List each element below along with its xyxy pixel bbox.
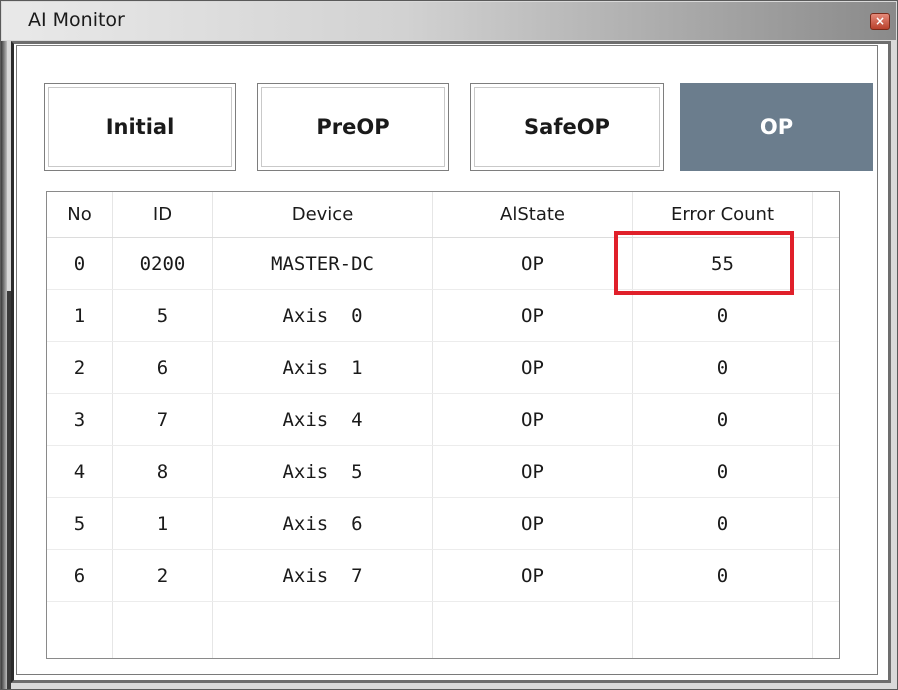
table-row[interactable]: 1 5 Axis 0 OP 0 <box>47 290 839 342</box>
op-state-button[interactable]: OP <box>680 83 873 171</box>
window-title: AI Monitor <box>28 9 125 31</box>
table-row[interactable]: 6 2 Axis 7 OP 0 <box>47 550 839 602</box>
cell-id: 7 <box>113 394 213 445</box>
cell-error-count: 0 <box>633 550 813 601</box>
cell-filler <box>813 394 841 445</box>
cell-device: Axis 0 <box>213 290 433 341</box>
safeop-state-label: SafeOP <box>524 115 610 139</box>
cell-id: 2 <box>113 550 213 601</box>
cell-device: Axis 1 <box>213 342 433 393</box>
cell-alstate: OP <box>433 290 633 341</box>
cell-no: 1 <box>47 290 113 341</box>
table-header: No ID Device AlState Error Count <box>47 192 839 238</box>
cell-device: Axis 5 <box>213 446 433 497</box>
table-row-empty <box>47 602 839 658</box>
title-bar[interactable]: AI Monitor × <box>2 2 896 40</box>
cell-filler <box>813 342 841 393</box>
safeop-state-button[interactable]: SafeOP <box>470 83 664 171</box>
cell-no: 5 <box>47 498 113 549</box>
cell-alstate: OP <box>433 238 633 289</box>
cell-empty <box>433 602 633 658</box>
table-row[interactable]: 5 1 Axis 6 OP 0 <box>47 498 839 550</box>
slave-state-table: No ID Device AlState Error Count 0 0200 … <box>46 191 840 659</box>
table-row[interactable]: 4 8 Axis 5 OP 0 <box>47 446 839 498</box>
column-header-device[interactable]: Device <box>213 192 433 237</box>
cell-error-count: 0 <box>633 290 813 341</box>
cell-alstate: OP <box>433 498 633 549</box>
cell-alstate: OP <box>433 446 633 497</box>
cell-alstate: OP <box>433 550 633 601</box>
cell-no: 2 <box>47 342 113 393</box>
cell-device: Axis 4 <box>213 394 433 445</box>
monitor-panel: Initial PreOP SafeOP OP No ID Device AlS… <box>16 45 878 675</box>
cell-id: 5 <box>113 290 213 341</box>
ai-monitor-window: AI Monitor × Initial PreOP SafeOP OP No … <box>0 0 898 690</box>
op-state-label: OP <box>759 115 794 139</box>
cell-device: MASTER-DC <box>213 238 433 289</box>
table-row[interactable]: 3 7 Axis 4 OP 0 <box>47 394 839 446</box>
cell-empty <box>113 602 213 658</box>
cell-empty <box>813 602 841 658</box>
initial-state-label: Initial <box>105 115 175 139</box>
cell-error-count: 0 <box>633 446 813 497</box>
cell-alstate: OP <box>433 342 633 393</box>
cell-empty <box>213 602 433 658</box>
table-row[interactable]: 0 0200 MASTER-DC OP 55 <box>47 238 839 290</box>
cell-empty <box>633 602 813 658</box>
cell-no: 3 <box>47 394 113 445</box>
cell-no: 4 <box>47 446 113 497</box>
cell-id: 0200 <box>113 238 213 289</box>
cell-filler <box>813 498 841 549</box>
cell-alstate: OP <box>433 394 633 445</box>
cell-error-count: 55 <box>633 238 813 289</box>
cell-filler <box>813 446 841 497</box>
close-icon[interactable]: × <box>870 13 890 30</box>
cell-device: Axis 6 <box>213 498 433 549</box>
table-row[interactable]: 2 6 Axis 1 OP 0 <box>47 342 839 394</box>
preop-state-label: PreOP <box>316 115 390 139</box>
cell-filler <box>813 550 841 601</box>
cell-filler <box>813 238 841 289</box>
cell-filler <box>813 290 841 341</box>
cell-id: 6 <box>113 342 213 393</box>
column-header-id[interactable]: ID <box>113 192 213 237</box>
cell-no: 0 <box>47 238 113 289</box>
column-header-no[interactable]: No <box>47 192 113 237</box>
cell-device: Axis 7 <box>213 550 433 601</box>
preop-state-button[interactable]: PreOP <box>257 83 449 171</box>
column-header-alstate[interactable]: AlState <box>433 192 633 237</box>
cell-error-count: 0 <box>633 342 813 393</box>
cell-id: 1 <box>113 498 213 549</box>
cell-id: 8 <box>113 446 213 497</box>
column-header-filler <box>813 192 841 237</box>
cell-no: 6 <box>47 550 113 601</box>
initial-state-button[interactable]: Initial <box>44 83 236 171</box>
column-header-error-count[interactable]: Error Count <box>633 192 813 237</box>
cell-empty <box>47 602 113 658</box>
cell-error-count: 0 <box>633 498 813 549</box>
cell-error-count: 0 <box>633 394 813 445</box>
